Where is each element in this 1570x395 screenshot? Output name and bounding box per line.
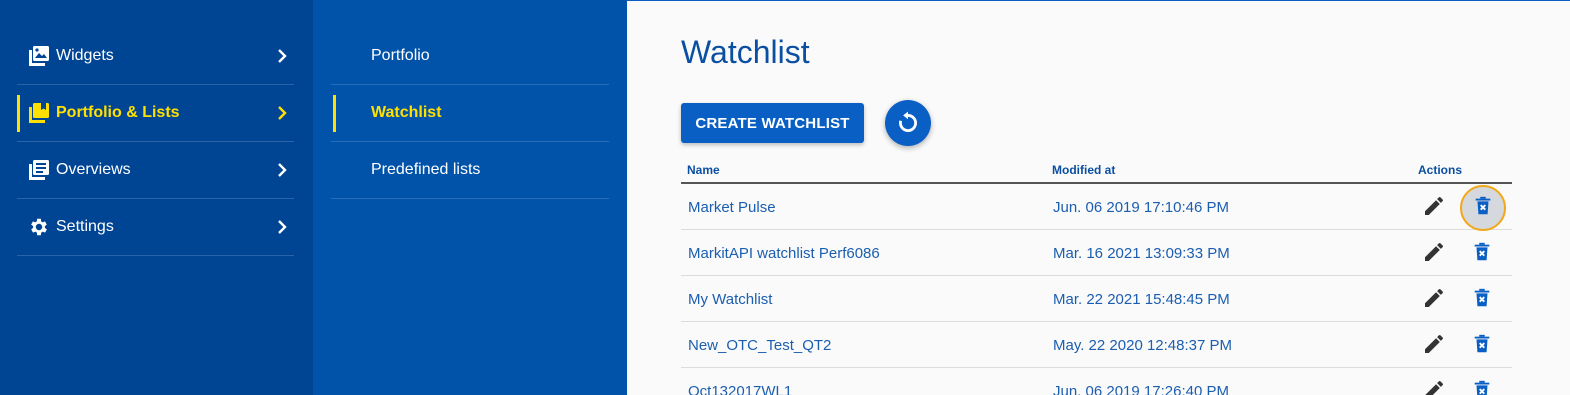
pencil-icon <box>1422 332 1446 361</box>
nav-item-label: Portfolio & Lists <box>56 104 180 121</box>
modified-date: Mar. 22 2021 15:48:45 PM <box>1053 291 1230 308</box>
widgets-icon <box>28 45 50 67</box>
nav-item-overviews[interactable]: Overviews <box>17 142 294 199</box>
watchlist-name[interactable]: Oct132017WL1 <box>688 383 792 395</box>
edit-button[interactable] <box>1421 379 1447 395</box>
nav-item-label: Settings <box>56 218 114 235</box>
create-watchlist-button[interactable]: CREATE WATCHLIST <box>681 103 864 143</box>
chevron-right-icon <box>278 163 287 177</box>
overviews-icon <box>28 159 50 181</box>
watchlist-name[interactable]: Market Pulse <box>688 199 776 216</box>
pencil-icon <box>1422 240 1446 269</box>
subnav-item-portfolio[interactable]: Portfolio <box>331 28 609 85</box>
chevron-right-icon <box>278 220 287 234</box>
nav-item-portfolio-lists[interactable]: Portfolio & Lists <box>17 85 294 142</box>
refresh-icon <box>899 111 917 132</box>
trash-icon <box>1472 195 1494 222</box>
table-row[interactable]: MarkitAPI watchlist Perf6086 Mar. 16 2021… <box>681 230 1512 276</box>
delete-button[interactable] <box>1469 333 1495 359</box>
trash-icon <box>1471 333 1493 360</box>
modified-date: Jun. 06 2019 17:10:46 PM <box>1053 199 1229 216</box>
watchlist-table: Name Modified at Actions Market Pulse Jun… <box>681 153 1512 395</box>
gear-icon <box>28 216 50 238</box>
pencil-icon <box>1422 378 1446 395</box>
subnav-item-watchlist[interactable]: Watchlist <box>331 85 609 142</box>
main-content: Watchlist CREATE WATCHLIST Name Modified… <box>627 0 1570 395</box>
modified-date: Mar. 16 2021 13:09:33 PM <box>1053 245 1230 262</box>
delete-button[interactable] <box>1469 287 1495 313</box>
chevron-right-icon <box>278 49 287 63</box>
nav-item-settings[interactable]: Settings <box>17 199 294 256</box>
trash-icon <box>1471 287 1493 314</box>
active-indicator <box>333 95 336 132</box>
watchlist-name[interactable]: My Watchlist <box>688 291 772 308</box>
column-header-modified[interactable]: Modified at <box>1052 163 1115 177</box>
edit-button[interactable] <box>1421 333 1447 359</box>
table-row[interactable]: Market Pulse Jun. 06 2019 17:10:46 PM <box>681 184 1512 231</box>
edit-button[interactable] <box>1421 241 1447 267</box>
chevron-right-icon <box>278 106 287 120</box>
edit-button[interactable] <box>1421 287 1447 313</box>
table-row[interactable]: My Watchlist Mar. 22 2021 15:48:45 PM <box>681 276 1512 322</box>
column-header-actions: Actions <box>1418 163 1463 177</box>
trash-icon <box>1471 241 1493 268</box>
refresh-button[interactable] <box>885 100 931 146</box>
trash-icon <box>1471 379 1493 395</box>
delete-button[interactable] <box>1469 241 1495 267</box>
watchlist-name[interactable]: MarkitAPI watchlist Perf6086 <box>688 245 880 262</box>
pencil-icon <box>1422 194 1446 223</box>
modified-date: May. 22 2020 12:48:37 PM <box>1053 337 1233 354</box>
edit-button[interactable] <box>1421 195 1447 221</box>
modified-date: Jun. 06 2019 17:26:40 PM <box>1053 383 1229 395</box>
subnav-item-label: Portfolio <box>371 47 430 64</box>
table-body: Market Pulse Jun. 06 2019 17:10:46 PM Mark… <box>681 184 1512 395</box>
nav-item-widgets[interactable]: Widgets <box>17 28 294 85</box>
portfolio-icon <box>28 102 50 124</box>
page-title: Watchlist <box>681 34 810 70</box>
secondary-nav: Portfolio Watchlist Predefined lists <box>313 0 627 395</box>
column-header-name[interactable]: Name <box>687 163 720 177</box>
subnav-item-label: Predefined lists <box>371 161 481 178</box>
table-row[interactable]: New_OTC_Test_QT2 May. 22 2020 12:48:37 PM <box>681 322 1512 368</box>
nav-item-label: Overviews <box>56 161 131 178</box>
subnav-item-predefined-lists[interactable]: Predefined lists <box>331 142 609 199</box>
primary-nav: Widgets Portfolio & Lists Overviews Sett… <box>0 0 313 395</box>
delete-button[interactable] <box>1469 379 1495 395</box>
subnav-item-label: Watchlist <box>371 104 442 121</box>
watchlist-name[interactable]: New_OTC_Test_QT2 <box>688 337 831 354</box>
active-indicator <box>17 95 20 132</box>
nav-item-label: Widgets <box>56 47 114 64</box>
delete-button[interactable] <box>1460 185 1506 231</box>
table-row[interactable]: Oct132017WL1 Jun. 06 2019 17:26:40 PM <box>681 368 1512 395</box>
pencil-icon <box>1422 286 1446 315</box>
table-header: Name Modified at Actions <box>681 153 1512 184</box>
